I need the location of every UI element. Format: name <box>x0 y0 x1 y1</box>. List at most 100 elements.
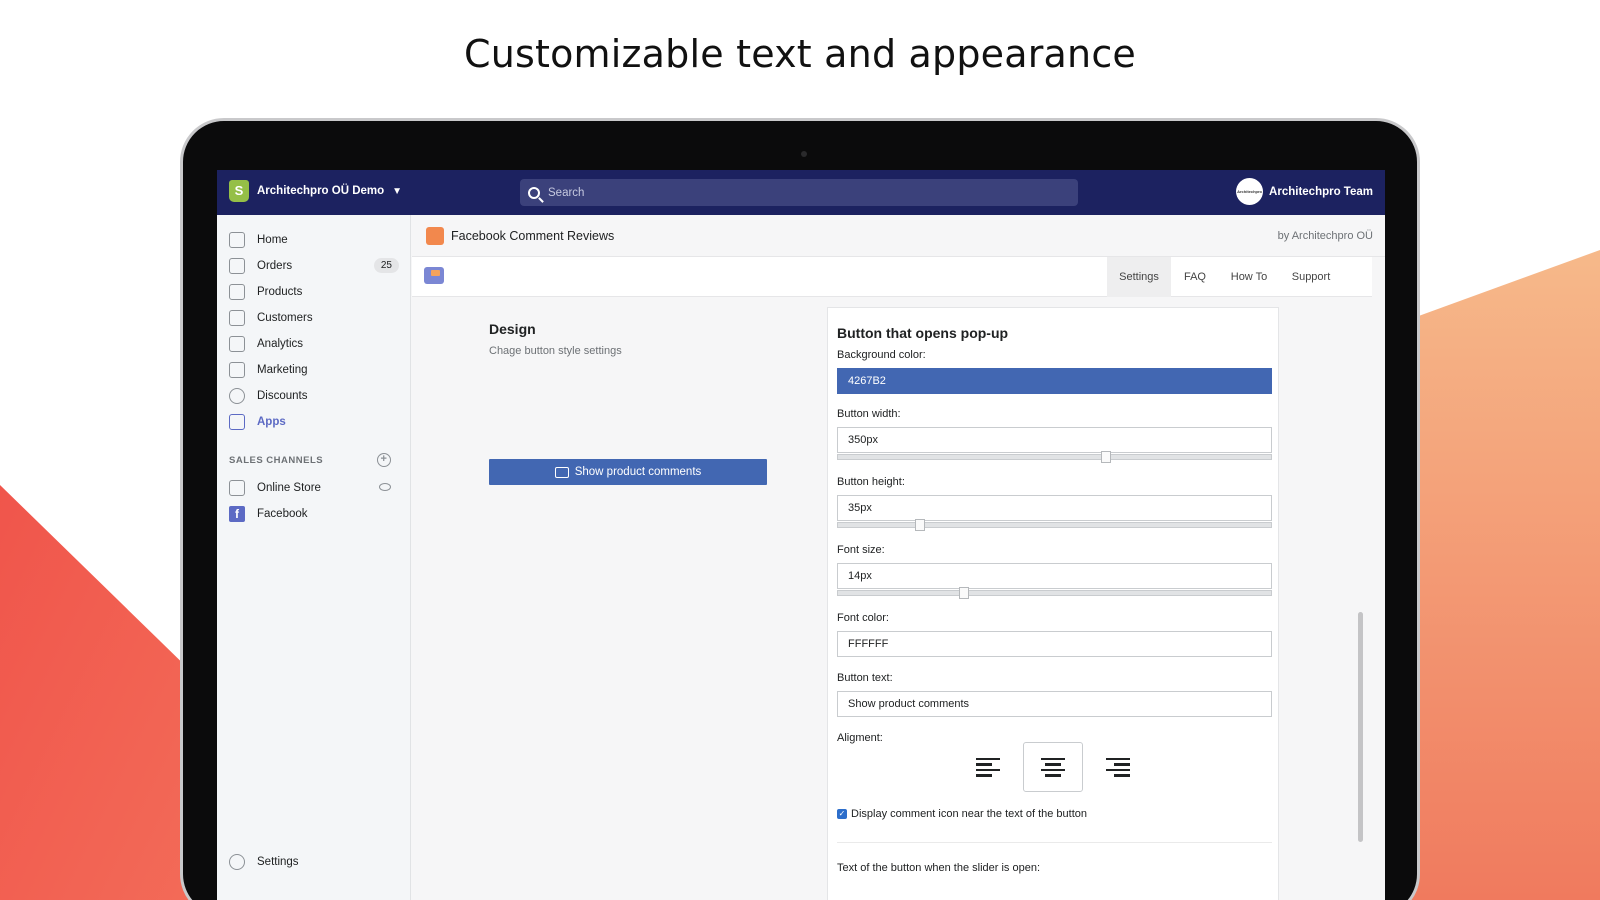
home-icon <box>229 232 245 248</box>
comment-icon <box>554 466 569 478</box>
sales-channels-label: SALES CHANNELS <box>229 455 324 466</box>
sidebar-item-label: Marketing <box>257 364 308 376</box>
font-size-slider[interactable] <box>837 587 1272 599</box>
sidebar-item-customers[interactable]: Customers <box>229 307 399 329</box>
tag-icon <box>229 284 245 300</box>
checkbox-checked-icon[interactable]: ✓ <box>837 809 847 819</box>
align-center-button[interactable] <box>1023 742 1083 792</box>
design-section-title: Design <box>489 321 536 337</box>
font-size-field[interactable]: 14px <box>837 563 1272 589</box>
sidebar-item-settings[interactable]: Settings <box>229 851 399 873</box>
sidebar-item-label: Settings <box>257 856 299 868</box>
person-icon <box>229 310 245 326</box>
button-text-field[interactable]: Show product comments <box>837 691 1272 717</box>
add-channel-plus-icon[interactable]: + <box>377 453 391 467</box>
background-color-field[interactable]: 4267B2 <box>837 368 1272 394</box>
sidebar-item-orders[interactable]: Orders 25 <box>229 255 399 277</box>
sidebar-item-facebook[interactable]: f Facebook <box>229 503 399 525</box>
bar-chart-icon <box>229 336 245 352</box>
chat-bubble-icon <box>424 267 444 284</box>
button-width-label: Button width: <box>837 408 901 420</box>
chevron-down-icon: ▼ <box>392 185 403 197</box>
card-title: Button that opens pop-up <box>837 325 1009 341</box>
section-divider <box>837 842 1272 843</box>
app-title: Facebook Comment Reviews <box>451 229 615 243</box>
search-icon <box>528 186 540 199</box>
display-icon-option[interactable]: ✓ Display comment icon near the text of … <box>837 808 1087 820</box>
sidebar-item-label: Online Store <box>257 482 321 494</box>
display-icon-label: Display comment icon near the text of th… <box>851 808 1088 820</box>
tab-support[interactable]: Support <box>1281 257 1341 297</box>
button-height-slider-handle[interactable] <box>915 519 926 531</box>
align-right-icon <box>1106 757 1130 777</box>
align-left-button[interactable] <box>958 742 1018 792</box>
store-icon <box>229 480 245 496</box>
font-size-label: Font size: <box>837 544 885 556</box>
main-content: Facebook Comment Reviews by Architechpro… <box>412 215 1385 900</box>
tab-settings[interactable]: Settings <box>1107 257 1171 297</box>
sidebar-item-products[interactable]: Products <box>229 281 399 303</box>
sidebar-item-analytics[interactable]: Analytics <box>229 333 399 355</box>
app-tab-bar: Settings FAQ How To Support <box>412 257 1372 297</box>
sidebar-item-label: Customers <box>257 312 313 324</box>
sidebar-item-label: Discounts <box>257 390 308 402</box>
app-logo-icon <box>426 227 444 245</box>
button-width-slider[interactable] <box>837 451 1272 463</box>
sidebar-item-label: Orders <box>257 260 293 272</box>
sidebar-item-label: Facebook <box>257 508 308 520</box>
font-size-slider-handle[interactable] <box>958 587 969 599</box>
button-width-field[interactable]: 350px <box>837 427 1272 453</box>
megaphone-icon <box>229 362 245 378</box>
sidebar-item-apps[interactable]: Apps <box>229 411 399 433</box>
store-name: Architechpro OÜ Demo <box>257 185 385 197</box>
tab-faq[interactable]: FAQ <box>1173 257 1217 297</box>
sidebar-item-home[interactable]: Home <box>229 229 399 251</box>
account-menu[interactable]: Architechpro Architechpro Team <box>1236 178 1373 205</box>
orders-count-badge: 25 <box>373 258 399 273</box>
marketing-slide: Customizable text and appearance S Archi… <box>0 0 1600 900</box>
sidebar-item-marketing[interactable]: Marketing <box>229 359 399 381</box>
orders-icon <box>229 258 245 274</box>
avatar: Architechpro <box>1236 178 1264 205</box>
button-height-field[interactable]: 35px <box>837 495 1272 521</box>
apps-icon <box>229 414 245 430</box>
store-switcher[interactable]: S Architechpro OÜ Demo ▼ <box>229 180 402 202</box>
background-color-label: Background color: <box>837 349 926 361</box>
preview-button-label: Show product comments <box>574 466 702 478</box>
search-placeholder: Search <box>548 186 585 199</box>
button-height-slider[interactable] <box>837 519 1272 531</box>
slide-headline: Customizable text and appearance <box>463 32 1136 76</box>
button-settings-card: Button that opens pop-up Background colo… <box>827 307 1279 900</box>
font-color-label: Font color: <box>837 612 889 624</box>
shopify-logo-icon: S <box>229 180 249 202</box>
align-left-icon <box>976 757 1000 777</box>
button-width-slider-handle[interactable] <box>1101 451 1112 463</box>
sidebar-item-label: Analytics <box>257 338 304 350</box>
top-bar: S Architechpro OÜ Demo ▼ Search Architec… <box>217 170 1385 215</box>
design-section-subtitle: Chage button style settings <box>489 345 622 357</box>
sidebar: Home Orders 25 Products Customers Analyt… <box>217 215 411 900</box>
sales-channels-heading: SALES CHANNELS + <box>229 453 399 467</box>
admin-screen: S Architechpro OÜ Demo ▼ Search Architec… <box>217 170 1385 900</box>
align-center-icon <box>1041 757 1065 777</box>
main-scrollbar[interactable] <box>1358 612 1363 842</box>
search-input[interactable]: Search <box>520 179 1078 206</box>
gear-icon <box>229 854 245 870</box>
preview-show-comments-button[interactable]: Show product comments <box>489 459 767 485</box>
slider-open-text-label: Text of the button when the slider is op… <box>837 862 1041 874</box>
font-color-field[interactable]: FFFFFF <box>837 631 1272 657</box>
sidebar-item-discounts[interactable]: Discounts <box>229 385 399 407</box>
sidebar-item-label: Products <box>257 286 303 298</box>
button-text-label: Button text: <box>837 672 893 684</box>
alignment-label: Aligment: <box>837 732 883 744</box>
button-height-label: Button height: <box>837 476 905 488</box>
sidebar-item-label: Home <box>257 234 288 246</box>
app-header: Facebook Comment Reviews by Architechpro… <box>412 215 1385 257</box>
sidebar-item-online-store[interactable]: Online Store <box>229 477 399 499</box>
app-developer[interactable]: by Architechpro OÜ <box>1278 230 1373 242</box>
align-right-button[interactable] <box>1088 742 1148 792</box>
laptop-camera <box>801 151 807 157</box>
eye-icon[interactable] <box>379 483 391 491</box>
facebook-icon: f <box>229 506 245 522</box>
tab-how-to[interactable]: How To <box>1219 257 1279 297</box>
